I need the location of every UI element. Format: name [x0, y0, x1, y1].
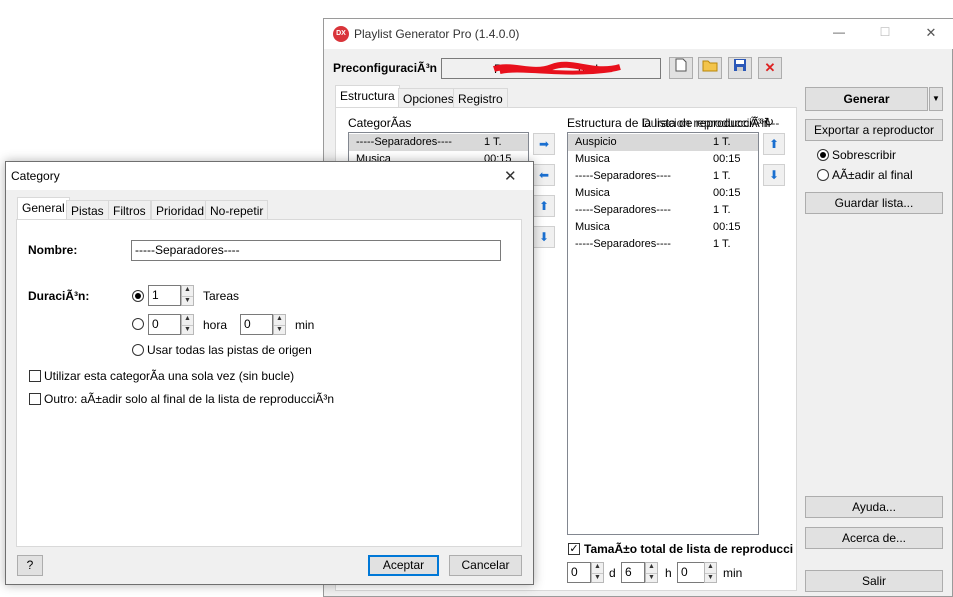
days-spinner[interactable]: ▲ ▼ [591, 562, 604, 583]
structure-down-arrow-icon[interactable]: ⬇ [763, 164, 785, 186]
remove-left-arrow-icon[interactable]: ⬅ [533, 164, 555, 186]
total-min-field[interactable]: 0 [677, 562, 705, 583]
new-file-icon[interactable] [669, 57, 693, 79]
append-label: AÃ±adir al final [832, 168, 913, 182]
min-unit-label: min [723, 566, 743, 580]
once-checkbox[interactable] [29, 370, 41, 382]
dialog-title-bar: Category ✕ [6, 162, 533, 190]
tab-prioridad[interactable]: Prioridad [151, 200, 210, 220]
tasks-label: Tareas [203, 289, 240, 303]
tab-general[interactable]: General [17, 197, 70, 219]
tasks-radio[interactable] [132, 290, 144, 302]
add-right-arrow-icon[interactable]: ➡ [533, 133, 555, 155]
exit-button[interactable]: Salir [805, 570, 943, 592]
days-unit-label: d [609, 566, 616, 580]
open-folder-icon[interactable] [698, 57, 722, 79]
categories-label: CategorÃ­as [348, 116, 412, 130]
hours-spinner[interactable]: ▲ ▼ [645, 562, 658, 583]
accept-button[interactable]: Aceptar [368, 555, 439, 576]
generate-dropdown-chevron-down-icon[interactable]: ▼ [929, 87, 943, 111]
use-all-radio[interactable] [132, 344, 144, 356]
list-item[interactable]: Musica 00:15 [568, 185, 758, 202]
list-item[interactable]: -----Separadores---- 1 T. [568, 168, 758, 185]
name-input[interactable]: -----Separadores---- [131, 240, 501, 261]
minutes-input[interactable]: 0 [240, 314, 273, 335]
total-size-checkbox[interactable]: ✓ [568, 543, 580, 555]
tab-filtros[interactable]: Filtros [108, 200, 151, 220]
name-label: Nombre: [28, 243, 78, 257]
list-item[interactable]: -----Separadores---- 1 T. [568, 236, 758, 253]
time-radio[interactable] [132, 318, 144, 330]
structure-up-arrow-icon[interactable]: ⬆ [763, 133, 785, 155]
about-button[interactable]: Acerca de... [805, 527, 943, 549]
minutes-spinner[interactable]: ▲ ▼ [273, 314, 286, 335]
total-hours-field[interactable]: 6 [621, 562, 645, 583]
minutes-label: min [295, 318, 315, 332]
list-item[interactable]: Musica 00:15 [568, 219, 758, 236]
hours-input[interactable]: 0 [148, 314, 181, 335]
list-item[interactable]: Musica 00:15 [568, 151, 758, 168]
title-bar: DX Playlist Generator Pro (1.4.0.0) — ☐ … [324, 19, 953, 49]
save-list-button[interactable]: Guardar lista... [805, 192, 943, 214]
hours-unit-label: h [665, 566, 672, 580]
structure-list[interactable]: Auspicio 1 T. Musica 00:15 -----Separadore… [567, 132, 759, 535]
refresh-icon[interactable]: ↻ [764, 115, 774, 129]
hours-label: hora [203, 318, 228, 332]
help-button[interactable]: ? [17, 555, 43, 576]
generate-button[interactable]: Generar [805, 87, 928, 111]
tab-estructura[interactable]: Estructura [335, 85, 400, 107]
tab-registro[interactable]: Registro [453, 88, 508, 108]
structure-overlap-label: Duracion reproducciÃ³n -- [642, 116, 780, 130]
tasks-input[interactable]: 1 [148, 285, 181, 306]
list-item[interactable]: Auspicio 1 T. [568, 134, 758, 151]
export-button[interactable]: Exportar a reproductor [805, 119, 943, 141]
use-all-label: Usar todas las pistas de origen [147, 343, 312, 357]
dialog-title: Category [11, 169, 60, 183]
window-title: Playlist Generator Pro (1.4.0.0) [354, 27, 520, 41]
delete-icon[interactable]: ✕ [758, 57, 782, 79]
duration-label: DuraciÃ³n: [28, 289, 90, 303]
min-spinner[interactable]: ▲ ▼ [704, 562, 717, 583]
category-dialog: Category ✕ General Pistas Filtros Priori… [5, 161, 534, 585]
total-size-label: TamaÃ±o total de lista de reproducci [584, 542, 794, 556]
dialog-close-icon[interactable]: ✕ [504, 167, 517, 185]
save-icon[interactable] [728, 57, 752, 79]
minimize-button[interactable]: — [824, 25, 854, 39]
hours-spinner[interactable]: ▲ ▼ [181, 314, 194, 335]
overwrite-radio[interactable] [817, 149, 829, 161]
close-button[interactable]: ✕ [916, 25, 946, 41]
move-up-arrow-icon[interactable]: ⬆ [533, 195, 555, 217]
outro-label: Outro: aÃ±adir solo al final de la lista… [44, 392, 335, 406]
maximize-button[interactable]: ☐ [870, 25, 900, 39]
preset-field[interactable]: P bado [441, 58, 661, 79]
outro-checkbox[interactable] [29, 393, 41, 405]
preset-label: PreconfiguraciÃ³n [333, 61, 438, 75]
tab-no-repetir[interactable]: No-repetir [205, 200, 269, 220]
overwrite-label: Sobrescribir [832, 148, 897, 162]
list-item[interactable]: -----Separadores---- 1 T. [568, 202, 758, 219]
help-button[interactable]: Ayuda... [805, 496, 943, 518]
redaction-scribble [493, 61, 621, 75]
dialog-tab-panel [16, 219, 522, 547]
total-days-field[interactable]: 0 [567, 562, 591, 583]
move-down-arrow-icon[interactable]: ⬇ [533, 226, 555, 248]
tab-pistas[interactable]: Pistas [66, 200, 109, 220]
cancel-button[interactable]: Cancelar [449, 555, 522, 576]
tab-opciones[interactable]: Opciones [398, 88, 459, 108]
append-radio[interactable] [817, 169, 829, 181]
tasks-spinner[interactable]: ▲ ▼ [181, 285, 194, 306]
once-label: Utilizar esta categorÃ­a una sola vez (s… [44, 369, 295, 383]
app-logo-icon: DX [333, 26, 349, 42]
list-item[interactable]: -----Separadores---- 1 T. [349, 134, 528, 151]
